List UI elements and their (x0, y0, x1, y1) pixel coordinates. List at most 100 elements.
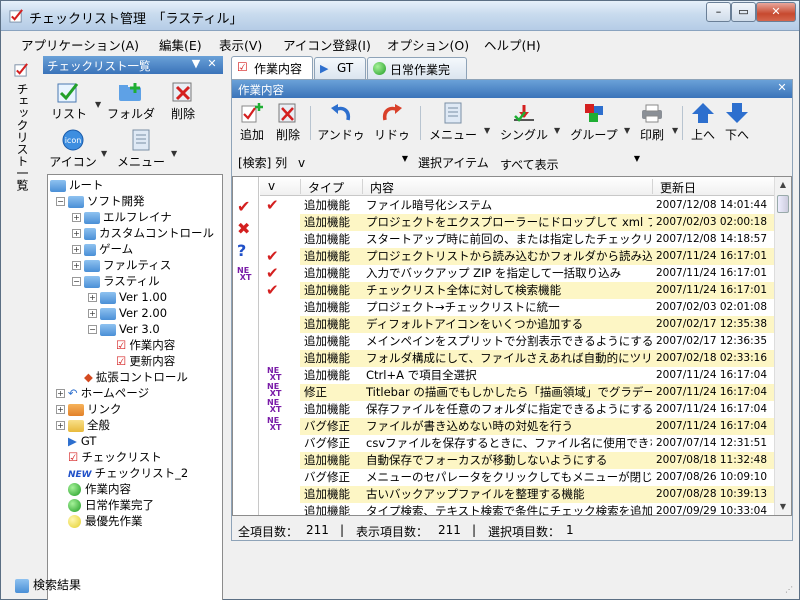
column-header-date[interactable]: 更新日 (660, 179, 696, 196)
minimize-button[interactable]: – (706, 2, 731, 22)
expand-icon[interactable]: + (56, 389, 65, 398)
row-check-cell[interactable]: ✔ (260, 248, 300, 265)
table-row[interactable]: ✔ 追加機能 プロジェクトリストから読み込むかフォルダから読み込むかを選… 2007/… (260, 248, 775, 265)
list-button[interactable]: リスト (49, 80, 89, 122)
menu-view[interactable]: 表示(V) (219, 35, 262, 54)
table-row[interactable]: 追加機能 タイプ検索、テキスト検索で条件にチェック検索を追加 2007/09/29 … (260, 503, 775, 515)
row-check-cell[interactable] (260, 435, 300, 452)
print-dropdown-icon[interactable]: ▼ (672, 126, 678, 135)
expand-icon[interactable]: + (56, 405, 65, 414)
tree-item-work[interactable]: 作業内容 (68, 481, 131, 497)
tree-item-gt[interactable]: ▶ GT (68, 433, 96, 449)
table-row[interactable]: 追加機能 メインペインをスプリットで分割表示できるようにする 2007/02/17 … (260, 333, 775, 350)
tree-item-general[interactable]: + 全般 (56, 417, 110, 433)
tree-item-elfreina[interactable]: + エルフレイナ (72, 209, 172, 225)
table-row[interactable]: 追加機能 ディフォルトアイコンをいくつか追加する 2007/02/17 12:35:… (260, 316, 775, 333)
delete-item-button[interactable]: 削除 (272, 102, 304, 146)
tree-item-daily-done[interactable]: 日常作業完了 (68, 497, 154, 513)
list-dropdown-icon[interactable]: ▼ (95, 100, 101, 109)
table-row[interactable]: 追加機能 古いバックアップファイルを整理する機能 2007/08/28 10:39:… (260, 486, 775, 503)
table-row[interactable]: バグ修正 メニューのセパレータをクリックしてもメニューが閉じないように… 2007/… (260, 469, 775, 486)
row-check-cell[interactable] (260, 350, 300, 367)
collapse-icon[interactable]: − (88, 325, 97, 334)
table-row[interactable]: 追加機能 保存ファイルを任意のフォルダに指定できるようにする 2007/11/24 … (260, 401, 775, 418)
pane-close-icon[interactable]: ✕ (775, 81, 789, 95)
row-check-cell[interactable] (260, 214, 300, 231)
tree-item-top-priority[interactable]: 最優先作業 (68, 513, 143, 529)
row-check-cell[interactable] (260, 299, 300, 316)
row-check-cell[interactable]: ✔ (260, 197, 300, 214)
expand-icon[interactable]: + (72, 229, 81, 238)
menu-options[interactable]: オプション(O) (387, 35, 469, 54)
menu-icon-register[interactable]: アイコン登録(I) (283, 35, 371, 54)
table-row[interactable]: バグ修正 ファイルが書き込めない時の対処を行う 2007/11/24 16:17:0… (260, 418, 775, 435)
expand-icon[interactable]: + (72, 213, 81, 222)
collapse-icon[interactable]: − (72, 277, 81, 286)
expand-icon[interactable]: + (88, 309, 97, 318)
column-header-content[interactable]: 内容 (370, 179, 394, 196)
expand-icon[interactable]: + (56, 421, 65, 430)
tree-item-link[interactable]: + リンク (56, 401, 122, 417)
single-dropdown-icon[interactable]: ▼ (554, 126, 560, 135)
expand-icon[interactable]: + (72, 261, 81, 270)
scroll-down-icon[interactable]: ▼ (775, 499, 791, 515)
tree-item-custom-control[interactable]: + カスタムコントロール (72, 225, 214, 241)
tree-item-update-content[interactable]: ☑ 更新内容 (116, 353, 175, 369)
column-header-v[interactable]: v (268, 179, 275, 193)
side-tab-checklist[interactable]: チェックリスト一覧 (11, 59, 31, 259)
tree-item-root[interactable]: ルート (50, 177, 104, 193)
tree-item-ext-control[interactable]: ◆ 拡張コントロール (84, 369, 188, 385)
group-button[interactable]: グループ (566, 102, 622, 146)
row-check-cell[interactable] (260, 333, 300, 350)
maximize-button[interactable]: ▭ (731, 2, 756, 22)
tree-item-ver200[interactable]: + Ver 2.00 (88, 305, 167, 321)
checklist-tree[interactable]: ルート − ソフト開発 + エルフレイナ + カスタムコントロール + ゲーム + ファル… (47, 174, 223, 600)
row-check-cell[interactable] (260, 486, 300, 503)
pane-menu-button[interactable]: メニュー (426, 102, 480, 146)
table-row[interactable]: 追加機能 フォルダ構成にして、ファイルさえあれば自動的にツリーに表示… 2007/0… (260, 350, 775, 367)
table-row[interactable]: ✔ 追加機能 ファイル暗号化システム 2007/12/08 14:01:44 (260, 197, 775, 214)
row-check-cell[interactable] (260, 452, 300, 469)
tree-item-faltis[interactable]: + ファルティス (72, 257, 171, 273)
scroll-thumb[interactable] (777, 195, 789, 213)
icon-dropdown-icon[interactable]: ▼ (101, 149, 107, 158)
row-check-cell[interactable] (260, 503, 300, 515)
table-row[interactable]: 追加機能 スタートアップ時に前回の、または指定したチェックリストを自動… 2007/… (260, 231, 775, 248)
panel-close-icon[interactable]: ✕ (205, 57, 219, 71)
table-row[interactable]: 追加機能 プロジェクトをエクスプローラーにドロップして xml ファイル外部… 20… (260, 214, 775, 231)
resize-grip-icon[interactable]: ⋰ (785, 585, 797, 597)
table-row[interactable]: 追加機能 プロジェクト→チェックリストに統一 2007/02/03 02:01:08 (260, 299, 775, 316)
move-down-button[interactable]: 下へ (722, 102, 752, 146)
menu-button[interactable]: メニュー (115, 128, 167, 170)
search-results-tab[interactable]: 検索結果 (15, 576, 81, 593)
tree-item-work-content[interactable]: ☑ 作業内容 (116, 337, 175, 353)
menu-edit[interactable]: 編集(E) (159, 35, 202, 54)
pin-dropdown-icon[interactable]: ▼ (189, 57, 203, 71)
move-up-button[interactable]: 上へ (688, 102, 718, 146)
menu-help[interactable]: ヘルプ(H) (484, 35, 541, 54)
checklist-grid[interactable]: ✔ ✖ ? NE XT v タイプ 内容 更新日 ✔ 追加機能 ファイル暗号化システ… (232, 176, 792, 516)
tab-work-content[interactable]: ☑ 作業内容 (231, 56, 313, 79)
delete-list-button[interactable]: 削除 (165, 80, 201, 122)
expand-icon[interactable]: + (72, 245, 81, 254)
table-row[interactable]: 追加機能 自動保存でフォーカスが移動しないようにする 2007/08/18 11:3… (260, 452, 775, 469)
tree-item-checklist[interactable]: ☑ チェックリスト (68, 449, 162, 465)
tree-item-ver100[interactable]: + Ver 1.00 (88, 289, 167, 305)
add-button[interactable]: 追加 (236, 102, 268, 146)
tab-daily-done[interactable]: 日常作業完了 (367, 57, 467, 94)
table-row[interactable]: 修正 Titlebar の描画でもしかしたら「描画領域」でグラデーション… 2007… (260, 384, 775, 401)
row-check-cell[interactable] (260, 316, 300, 333)
tab-gt[interactable]: ▶ GT (314, 57, 366, 79)
single-button[interactable]: シングル (496, 102, 552, 146)
pane-menu-dropdown-icon[interactable]: ▼ (484, 126, 490, 135)
tree-item-homepage[interactable]: + ↶ ホームページ (56, 385, 149, 401)
item-select[interactable]: すべて表示 ▼ (496, 152, 644, 172)
undo-button[interactable]: アンドゥ (316, 102, 366, 146)
menu-application[interactable]: アプリケーション(A) (21, 35, 139, 54)
expand-icon[interactable]: + (88, 293, 97, 302)
collapse-icon[interactable]: − (56, 197, 65, 206)
row-check-cell[interactable] (260, 231, 300, 248)
group-dropdown-icon[interactable]: ▼ (624, 126, 630, 135)
row-check-cell[interactable]: ✔ (260, 282, 300, 299)
table-row[interactable]: ✔ 追加機能 入力でバックアップ ZIP を指定して一括取り込み 2007/11/24… (260, 265, 775, 282)
